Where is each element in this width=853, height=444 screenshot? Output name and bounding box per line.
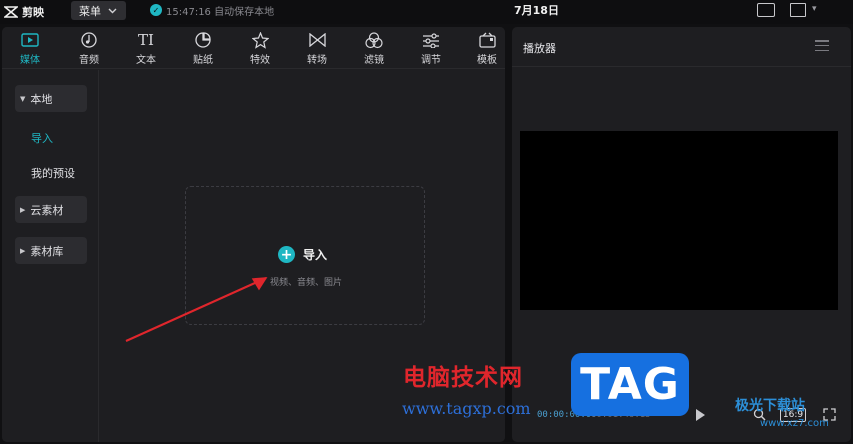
tab-transition-label: 转场	[307, 55, 327, 66]
tab-sticker-label: 贴纸	[193, 55, 213, 66]
effects-icon	[250, 31, 270, 49]
fullscreen-icon[interactable]	[823, 408, 836, 421]
play-icon[interactable]	[696, 409, 705, 421]
tab-adjust[interactable]: 调节	[409, 27, 453, 69]
tab-effects[interactable]: 特效	[238, 27, 282, 69]
sidebar-item-label: 本地	[30, 92, 53, 106]
sidebar-item-presets[interactable]: 我的预设	[15, 159, 87, 186]
layout-icon[interactable]	[790, 3, 806, 17]
menu-button[interactable]: 菜单	[71, 1, 126, 20]
player-menu-icon[interactable]	[815, 40, 829, 51]
text-icon: TI	[138, 31, 154, 49]
sidebar-item-library[interactable]: ▶ 素材库	[15, 237, 87, 264]
save-status: ✓ 15:47:16 自动保存本地	[150, 3, 275, 18]
aspect-ratio-button[interactable]: 16:9	[780, 408, 806, 422]
player-controls: 00:00:00:00 00:01:46:15 16:9	[512, 405, 851, 429]
import-dropzone[interactable]: + 导入 视频、音频、图片	[185, 186, 425, 325]
tab-template[interactable]: 模板	[465, 27, 505, 69]
tab-effects-label: 特效	[250, 55, 270, 66]
keyboard-shortcuts-icon[interactable]	[757, 3, 775, 17]
tab-sticker[interactable]: 贴纸	[181, 27, 225, 69]
jianying-logo-icon	[4, 6, 18, 18]
audio-icon	[79, 31, 99, 49]
tab-template-label: 模板	[477, 55, 497, 66]
sidebar-item-local[interactable]: ▼ 本地	[15, 85, 87, 112]
zoom-icon[interactable]	[753, 408, 766, 421]
sticker-icon	[193, 31, 213, 49]
import-button[interactable]: + 导入	[278, 246, 327, 263]
tab-filter-label: 滤镜	[364, 55, 384, 66]
sidebar-item-label: 我的预设	[31, 166, 75, 180]
tab-adjust-label: 调节	[421, 55, 441, 66]
title-bar: 剪映 菜单 ✓ 15:47:16 自动保存本地 7月18日 ▾	[0, 0, 853, 24]
chevron-down-icon	[108, 8, 117, 13]
tab-text[interactable]: TI 文本	[124, 27, 168, 69]
import-label: 导入	[303, 248, 328, 262]
player-header: 播放器	[512, 27, 851, 67]
sidebar-item-import[interactable]: 导入	[15, 124, 87, 151]
sidebar-item-label: 导入	[31, 131, 53, 145]
player-panel: 播放器 00:00:00:00 00:01:46:15 16:9	[512, 27, 851, 442]
caret-down-icon: ▼	[20, 94, 26, 103]
adjust-icon	[421, 31, 441, 49]
tab-media[interactable]: 媒体	[8, 27, 52, 69]
project-date: 7月18日	[514, 4, 559, 17]
tab-text-label: 文本	[136, 55, 156, 66]
resource-tabbar: 媒体 音频 TI 文本 贴纸 特效 转场 滤镜 调节 模板	[2, 27, 505, 69]
menu-label: 菜单	[79, 4, 101, 18]
check-icon: ✓	[150, 4, 162, 16]
layout-dropdown-icon[interactable]: ▾	[812, 4, 817, 14]
player-preview[interactable]	[520, 131, 838, 310]
filter-icon	[364, 31, 384, 49]
tab-audio[interactable]: 音频	[67, 27, 111, 69]
template-icon	[477, 31, 497, 49]
current-time: 00:00:00:00	[537, 410, 597, 420]
sidebar-item-label: 云素材	[30, 203, 64, 217]
media-content-area: + 导入 视频、音频、图片	[100, 70, 505, 442]
caret-right-icon: ▶	[20, 246, 26, 255]
sidebar-item-label: 素材库	[30, 244, 64, 258]
caret-right-icon: ▶	[20, 205, 26, 214]
app-logo: 剪映	[4, 3, 44, 21]
import-hint: 视频、音频、图片	[269, 278, 342, 288]
plus-icon: +	[278, 246, 295, 263]
media-icon	[20, 31, 40, 49]
media-sidebar: ▼ 本地 导入 我的预设 ▶ 云素材 ▶ 素材库	[2, 70, 99, 442]
tab-transition[interactable]: 转场	[295, 27, 339, 69]
tab-filter[interactable]: 滤镜	[352, 27, 396, 69]
transition-icon	[307, 31, 327, 49]
total-time: 00:01:46:15	[591, 410, 651, 420]
tab-audio-label: 音频	[79, 55, 99, 66]
tab-media-label: 媒体	[20, 55, 40, 66]
media-panel: 媒体 音频 TI 文本 贴纸 特效 转场 滤镜 调节 模板 ▼ 本地 导入 我的…	[2, 27, 505, 442]
app-name: 剪映	[22, 6, 44, 19]
player-title: 播放器	[523, 42, 556, 55]
sidebar-item-cloud[interactable]: ▶ 云素材	[15, 196, 87, 223]
save-status-text: 15:47:16 自动保存本地	[166, 6, 275, 18]
